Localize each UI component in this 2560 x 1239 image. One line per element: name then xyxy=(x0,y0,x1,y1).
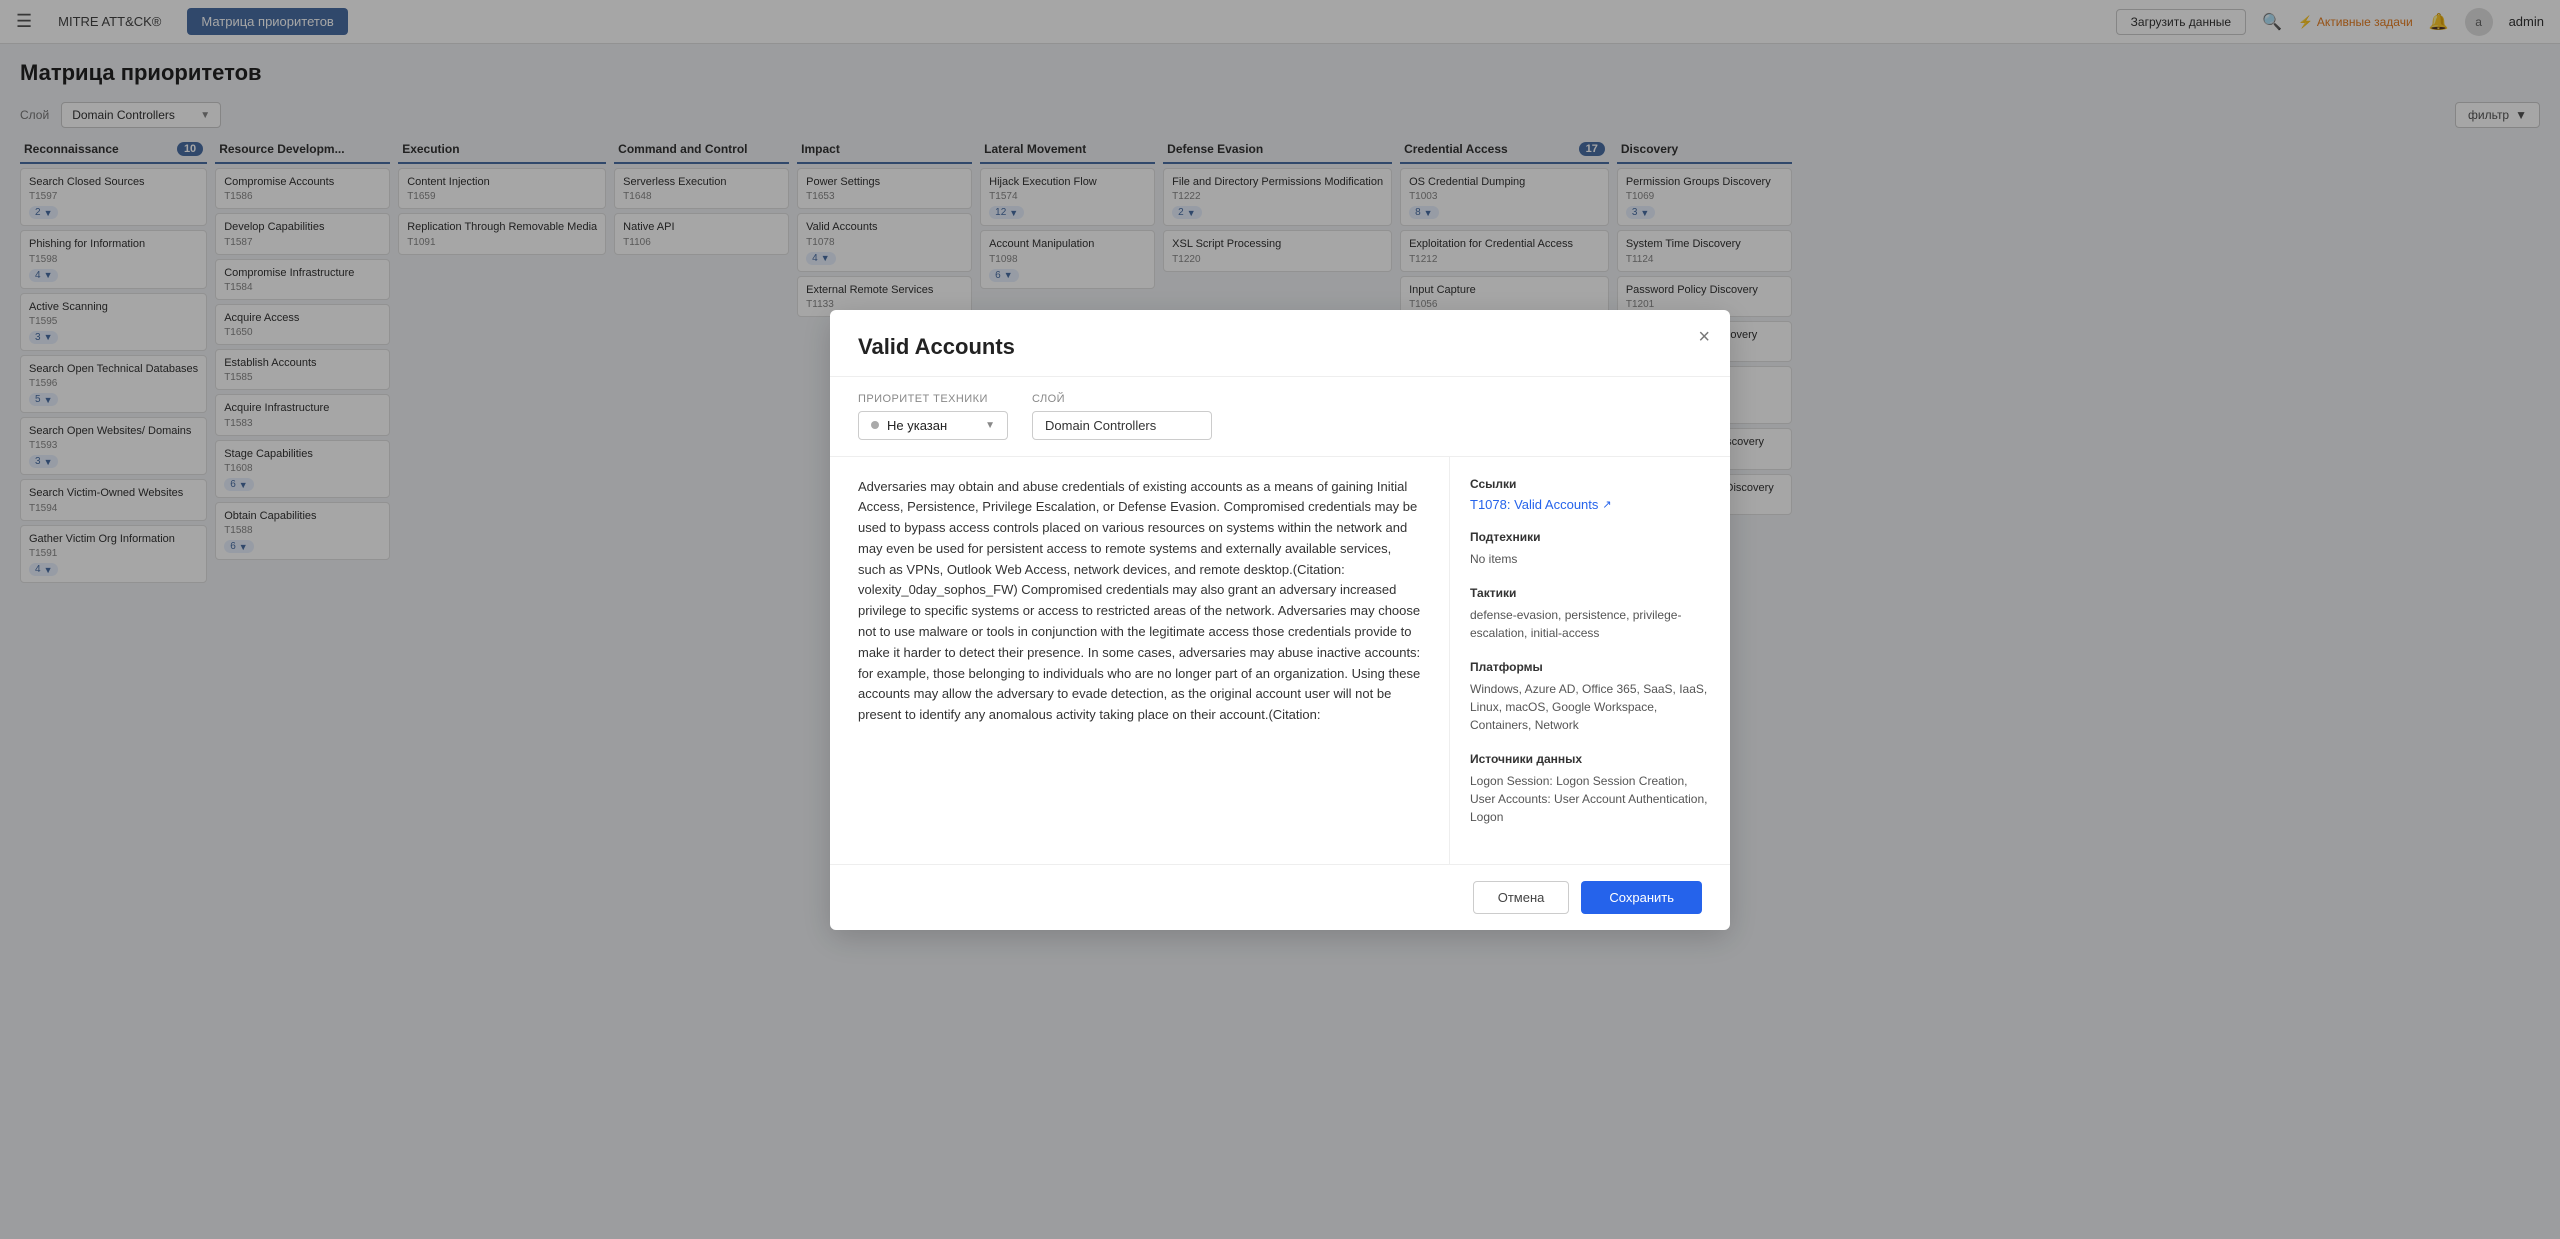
datasources-value: Logon Session: Logon Session Creation, U… xyxy=(1470,772,1710,826)
modal-description: Adversaries may obtain and abuse credent… xyxy=(830,457,1450,864)
priority-value: Не указан xyxy=(887,418,947,433)
priority-label: Приоритет техники xyxy=(858,393,1008,405)
platforms-value: Windows, Azure AD, Office 365, SaaS, Iaa… xyxy=(1470,680,1710,734)
subtechniques-section: Подтехники No items xyxy=(1470,530,1710,568)
chevron-down-icon: ▼ xyxy=(985,420,995,431)
modal-sidebar: Ссылки T1078: Valid Accounts ↗ Подтехник… xyxy=(1450,457,1730,864)
datasources-section: Источники данных Logon Session: Logon Se… xyxy=(1470,752,1710,826)
modal-title: Valid Accounts xyxy=(858,334,1702,360)
subtechniques-value: No items xyxy=(1470,550,1710,568)
close-button[interactable]: × xyxy=(1698,326,1710,349)
refs-title: Ссылки xyxy=(1470,477,1710,491)
ref-link-text: T1078: Valid Accounts xyxy=(1470,497,1598,512)
subtechniques-title: Подтехники xyxy=(1470,530,1710,544)
layer-group: Слой Domain Controllers xyxy=(1032,393,1212,440)
modal: Valid Accounts × Приоритет техники Не ук… xyxy=(830,310,1730,930)
platforms-title: Платформы xyxy=(1470,660,1710,674)
external-link-icon: ↗ xyxy=(1602,498,1611,511)
tactics-title: Тактики xyxy=(1470,586,1710,600)
datasources-title: Источники данных xyxy=(1470,752,1710,766)
modal-meta: Приоритет техники Не указан ▼ Слой Domai… xyxy=(830,377,1730,457)
tactics-value: defense-evasion, persistence, privilege-… xyxy=(1470,606,1710,642)
modal-header: Valid Accounts × xyxy=(830,310,1730,377)
modal-body: Adversaries may obtain and abuse credent… xyxy=(830,457,1730,864)
modal-layer-label: Слой xyxy=(1032,393,1212,405)
tactics-section: Тактики defense-evasion, persistence, pr… xyxy=(1470,586,1710,642)
modal-footer: Отмена Сохранить xyxy=(830,864,1730,930)
save-button[interactable]: Сохранить xyxy=(1581,881,1702,914)
ref-link[interactable]: T1078: Valid Accounts ↗ xyxy=(1470,497,1710,512)
refs-section: Ссылки T1078: Valid Accounts ↗ xyxy=(1470,477,1710,512)
priority-group: Приоритет техники Не указан ▼ xyxy=(858,393,1008,440)
platforms-section: Платформы Windows, Azure AD, Office 365,… xyxy=(1470,660,1710,734)
priority-dot xyxy=(871,421,879,429)
modal-layer-input[interactable]: Domain Controllers xyxy=(1032,411,1212,440)
cancel-button[interactable]: Отмена xyxy=(1473,881,1570,914)
priority-select[interactable]: Не указан ▼ xyxy=(858,411,1008,440)
modal-overlay[interactable]: Valid Accounts × Приоритет техники Не ук… xyxy=(0,0,2560,1239)
